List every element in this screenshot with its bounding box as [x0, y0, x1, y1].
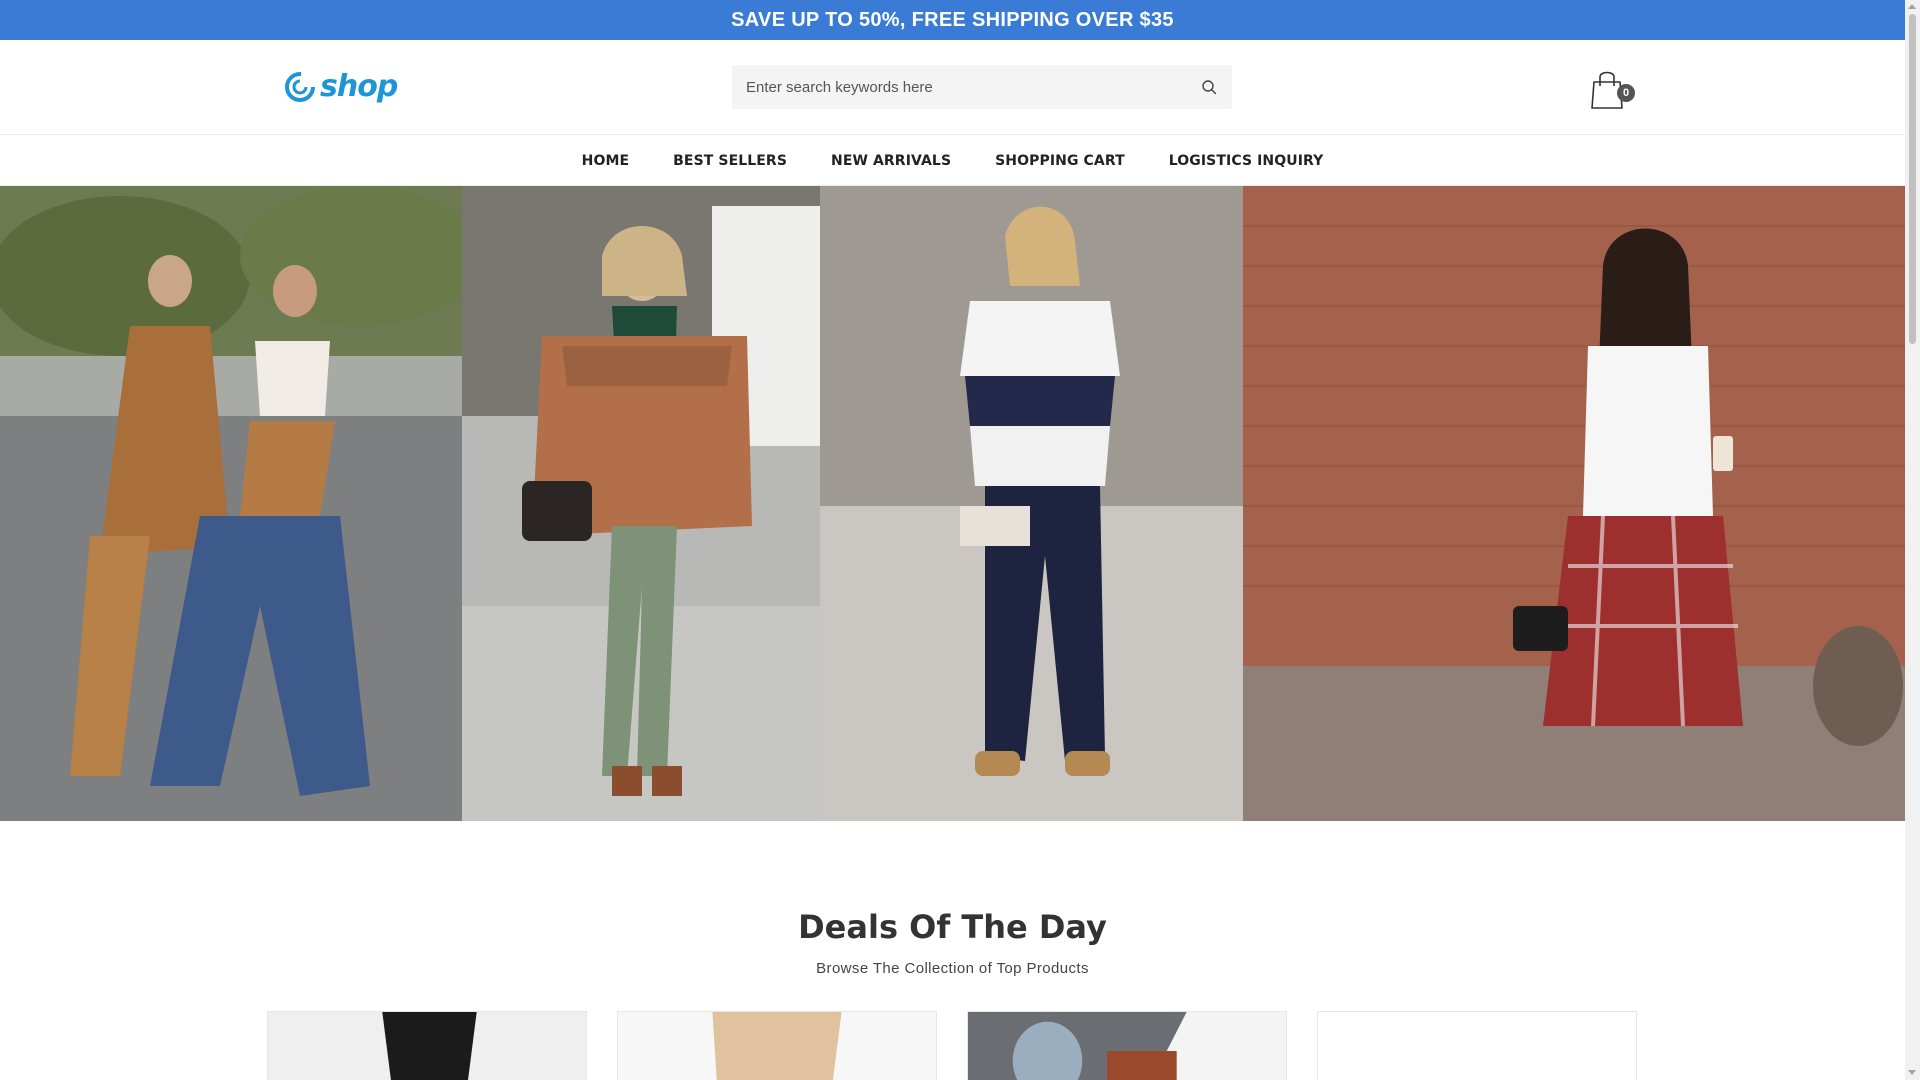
search-input[interactable]	[732, 65, 1186, 109]
search-icon	[1202, 80, 1217, 95]
promo-text: SAVE UP TO 50%, FREE SHIPPING OVER $35	[731, 8, 1174, 31]
hero-image-street-walk	[0, 186, 462, 821]
page-scrollbar[interactable]	[1905, 0, 1920, 1080]
product-card[interactable]	[967, 1011, 1287, 1080]
scroll-down-arrow-icon[interactable]	[1908, 1070, 1916, 1075]
product-image	[268, 1012, 586, 1080]
deals-product-grid	[267, 1011, 1639, 1080]
scroll-up-arrow-icon[interactable]	[1908, 4, 1916, 9]
brand-name: shop	[320, 69, 398, 104]
deals-subtitle: Browse The Collection of Top Products	[816, 960, 1089, 977]
search-bar	[732, 65, 1232, 109]
site-logo[interactable]: shop	[283, 69, 398, 104]
hero-image-striped-tee	[820, 186, 1243, 821]
product-card[interactable]	[617, 1011, 937, 1080]
product-image	[1318, 1012, 1636, 1080]
promo-banner: SAVE UP TO 50%, FREE SHIPPING OVER $35	[0, 0, 1905, 40]
swirl-logo-icon	[285, 72, 315, 102]
product-image	[618, 1012, 936, 1080]
scroll-thumb[interactable]	[1909, 14, 1916, 344]
deals-title: Deals Of The Day	[798, 908, 1107, 946]
product-image	[968, 1012, 1286, 1080]
nav-best-sellers[interactable]: BEST SELLERS	[651, 153, 809, 169]
site-header: shop 0	[0, 40, 1905, 135]
hero-image-brick-wall	[1243, 186, 1905, 821]
product-card[interactable]	[267, 1011, 587, 1080]
nav-logistics-inquiry[interactable]: LOGISTICS INQUIRY	[1147, 153, 1346, 169]
cart-button[interactable]: 0	[1590, 68, 1638, 110]
nav-home[interactable]: HOME	[560, 153, 652, 169]
hero-image-plaid-cape	[462, 186, 820, 821]
nav-shopping-cart[interactable]: SHOPPING CART	[973, 153, 1147, 169]
hero-banner[interactable]	[0, 186, 1905, 821]
product-card[interactable]	[1317, 1011, 1637, 1080]
main-nav: HOME BEST SELLERS NEW ARRIVALS SHOPPING …	[0, 136, 1905, 186]
search-button[interactable]	[1186, 65, 1232, 109]
nav-new-arrivals[interactable]: NEW ARRIVALS	[809, 153, 973, 169]
cart-count-badge: 0	[1617, 84, 1635, 102]
